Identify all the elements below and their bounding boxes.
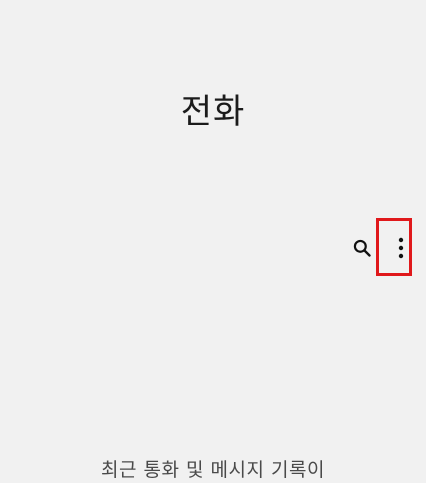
toolbar xyxy=(344,224,418,272)
search-button[interactable] xyxy=(344,224,380,272)
search-icon xyxy=(353,239,371,257)
more-options-button[interactable] xyxy=(384,224,418,272)
more-vert-icon xyxy=(398,237,404,259)
phone-app-screen: 전화 최근 통화 및 메시지 기록이 xyxy=(0,0,426,483)
empty-state-message: 최근 통화 및 메시지 기록이 xyxy=(101,459,325,481)
page-title: 전화 xyxy=(180,92,246,132)
